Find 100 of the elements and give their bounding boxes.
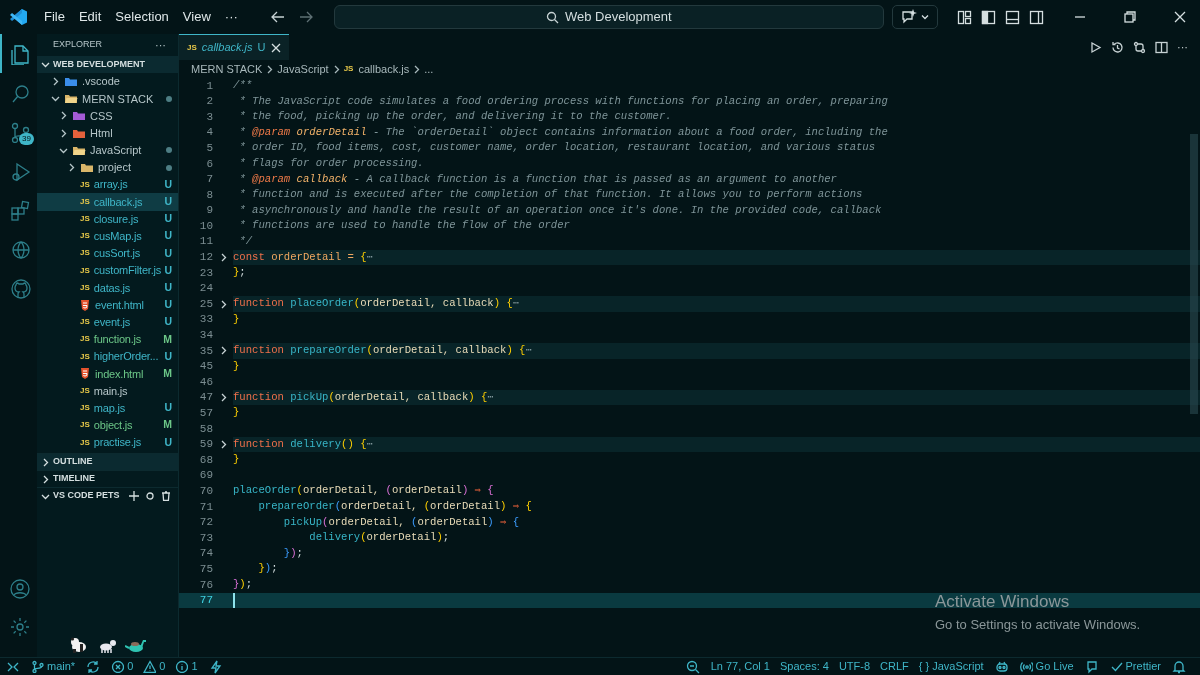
file-name: higherOrder... bbox=[93, 349, 159, 365]
check-icon bbox=[1109, 660, 1123, 673]
menu-item[interactable]: View bbox=[176, 7, 217, 27]
section-header[interactable]: WEB DEVELOPMENT bbox=[37, 56, 178, 73]
feedback-icon[interactable] bbox=[1084, 659, 1099, 674]
section-header[interactable]: OUTLINE bbox=[37, 453, 178, 470]
tree-item[interactable]: project bbox=[37, 158, 178, 177]
tree-item[interactable]: JS object.js M bbox=[37, 416, 178, 434]
status-item[interactable]: CRLF bbox=[875, 658, 914, 675]
tree-item[interactable]: JS higherOrder... U bbox=[37, 348, 178, 366]
status-item[interactable]: { } JavaScript bbox=[913, 658, 989, 675]
tree-item[interactable]: JavaScript bbox=[37, 141, 178, 159]
menu-item[interactable]: Edit bbox=[72, 7, 108, 27]
add-icon[interactable] bbox=[128, 491, 139, 501]
restore-icon[interactable] bbox=[1124, 11, 1136, 23]
more-actions-button[interactable]: ··· bbox=[155, 39, 166, 51]
status-item[interactable]: UTF-8 bbox=[833, 658, 876, 675]
sidebar-toggle-icon[interactable] bbox=[981, 9, 996, 25]
history-icon[interactable] bbox=[1111, 40, 1124, 54]
editor-tab[interactable]: JS callback.js U bbox=[179, 34, 289, 60]
git-status-label: U bbox=[163, 348, 172, 364]
status-item[interactable]: Go Live bbox=[1014, 658, 1079, 675]
folder-name: project bbox=[98, 160, 132, 176]
run-icon[interactable] bbox=[1089, 40, 1102, 54]
sync-icon[interactable] bbox=[86, 659, 101, 674]
bell-icon[interactable] bbox=[1172, 659, 1186, 674]
layout-icon[interactable] bbox=[957, 9, 972, 25]
tree-item[interactable]: index.html M bbox=[37, 365, 178, 383]
status-item[interactable]: 0 bbox=[138, 658, 171, 675]
lightning-icon[interactable] bbox=[208, 659, 223, 674]
tree-item[interactable]: JS function.js M bbox=[37, 330, 178, 348]
line-number: 59 bbox=[198, 437, 213, 453]
line-number: 10 bbox=[198, 218, 213, 234]
status-item[interactable]: 0 bbox=[106, 658, 139, 675]
menu-item[interactable]: ··· bbox=[218, 7, 244, 27]
git-status-label: U bbox=[163, 314, 172, 330]
status-item[interactable]: Ln 77, Col 1 bbox=[705, 658, 775, 675]
git-status-label: U bbox=[163, 400, 172, 416]
zoom-out-icon[interactable] bbox=[685, 659, 700, 674]
menu-item[interactable]: File bbox=[38, 7, 71, 27]
more-actions-button[interactable]: ··· bbox=[1177, 41, 1188, 53]
breadcrumb-item[interactable]: ... bbox=[424, 60, 434, 78]
section-header[interactable]: VS CODE PETS bbox=[37, 487, 178, 504]
line-number: 11 bbox=[198, 234, 213, 250]
search-field[interactable]: Web Development bbox=[333, 5, 884, 29]
line-number: 24 bbox=[198, 281, 213, 297]
breadcrumb-item[interactable]: callback.js bbox=[358, 60, 410, 78]
tree-item[interactable]: JS datas.js U bbox=[37, 279, 178, 297]
breadcrumb-item[interactable]: JavaScript bbox=[277, 60, 329, 78]
tree-item[interactable]: Html bbox=[37, 124, 178, 142]
tree-item[interactable]: JS cusMap.js U bbox=[37, 227, 178, 245]
folder-icon bbox=[80, 162, 94, 174]
file-name: array.js bbox=[93, 177, 128, 193]
code-comment: /** bbox=[233, 78, 253, 93]
scrollbar-thumb[interactable] bbox=[1190, 134, 1198, 414]
panel-toggle-icon[interactable] bbox=[1005, 9, 1020, 25]
robot-icon[interactable] bbox=[994, 659, 1009, 674]
split-editor-icon[interactable] bbox=[1155, 40, 1168, 54]
status-item[interactable]: Prettier bbox=[1104, 658, 1166, 675]
tree-item[interactable]: event.html U bbox=[37, 296, 178, 314]
section-header[interactable]: TIMELINE bbox=[37, 470, 178, 487]
status-item[interactable]: Spaces: 4 bbox=[774, 658, 834, 675]
extensions-icon[interactable] bbox=[8, 198, 31, 221]
status-item[interactable]: 1 bbox=[170, 658, 203, 675]
tree-item[interactable]: .vscode bbox=[37, 73, 178, 91]
tree-item[interactable]: JS main.js bbox=[37, 382, 178, 400]
account-icon[interactable] bbox=[7, 577, 30, 599]
code-comment: * asynchronously and handle the result of an operation once it's done. In the provided code, callback bbox=[238, 202, 882, 218]
tree-item[interactable]: JS event.js U bbox=[37, 313, 178, 331]
caret-icon bbox=[920, 13, 929, 21]
tree-item[interactable]: MERN STACK bbox=[37, 90, 178, 108]
tree-item[interactable]: JS cusSort.js U bbox=[37, 244, 178, 263]
tree-item[interactable]: CSS bbox=[37, 107, 178, 125]
menu-item[interactable]: Selection bbox=[109, 7, 175, 27]
breadcrumb-item[interactable]: MERN STACK bbox=[191, 60, 263, 78]
tree-item[interactable]: JS practise.js U bbox=[37, 433, 178, 452]
forward-arrow-icon[interactable] bbox=[297, 9, 314, 25]
tree-item[interactable]: JS callback.js U bbox=[37, 193, 178, 211]
line-number: 74 bbox=[198, 546, 213, 562]
tree-item[interactable]: JS map.js U bbox=[37, 399, 178, 417]
js-file-icon: JS bbox=[80, 281, 90, 294]
trash-icon[interactable] bbox=[160, 491, 171, 501]
dinosaur-drawing bbox=[125, 637, 147, 653]
github-icon[interactable] bbox=[8, 276, 31, 299]
status-item[interactable]: main* bbox=[26, 658, 81, 675]
close-icon[interactable] bbox=[270, 42, 281, 53]
chat-button[interactable] bbox=[891, 5, 938, 29]
files-icon[interactable] bbox=[8, 42, 31, 65]
compare-icon[interactable] bbox=[1133, 40, 1146, 54]
secondary-sidebar-icon[interactable] bbox=[1029, 9, 1044, 25]
js-file-icon: JS bbox=[80, 264, 90, 277]
tree-item[interactable]: JS customFilter.js U bbox=[37, 262, 178, 280]
circle-icon[interactable] bbox=[145, 492, 154, 500]
tree-item[interactable]: JS closure.js U bbox=[37, 210, 178, 228]
line-number: 77 bbox=[198, 593, 213, 609]
line-number: 58 bbox=[198, 421, 213, 437]
tree-item[interactable]: JS array.js U bbox=[37, 176, 178, 194]
back-arrow-icon[interactable] bbox=[269, 9, 286, 25]
close-icon[interactable] bbox=[1174, 11, 1186, 23]
git-status-label: M bbox=[162, 417, 172, 433]
